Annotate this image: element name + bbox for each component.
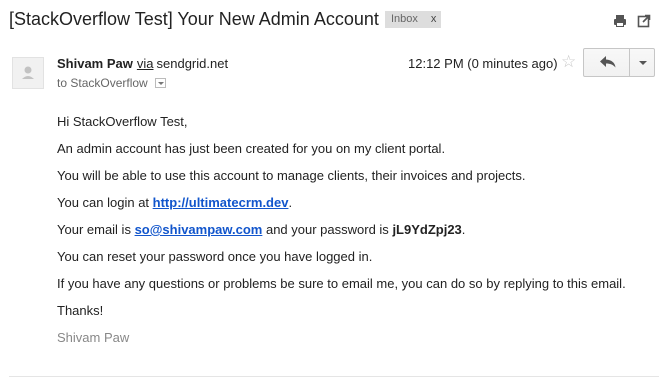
login-link[interactable]: http://ultimatecrm.dev <box>153 195 289 210</box>
via-link[interactable]: via <box>137 56 154 71</box>
login-suffix: . <box>288 195 293 210</box>
divider <box>9 376 659 377</box>
email-body: Hi StackOverflow Test, An admin account … <box>57 114 626 357</box>
sender-line: Shivam Paw via sendgrid.net <box>57 56 228 71</box>
reply-button-group <box>583 48 655 77</box>
thanks-line: Thanks! <box>57 303 104 318</box>
recipient-line: to StackOverflow <box>57 76 167 90</box>
greeting: Hi StackOverflow Test, <box>57 114 188 129</box>
email-prefix: Your email is <box>57 222 135 237</box>
to-prefix: to <box>57 76 68 90</box>
reply-button[interactable] <box>584 49 630 76</box>
sender-name[interactable]: Shivam Paw <box>57 56 133 71</box>
signature: Shivam Paw <box>57 330 130 345</box>
body-line-usage: You will be able to use this account to … <box>57 168 526 183</box>
remove-label-button[interactable]: x <box>431 13 437 25</box>
body-line-credentials: Your email is so@shivampaw.com and your … <box>57 222 626 238</box>
star-icon[interactable]: ☆ <box>561 52 576 72</box>
new-window-icon[interactable] <box>636 13 652 29</box>
password-prefix: and your password is <box>262 222 393 237</box>
email-timestamp: 12:12 PM (0 minutes ago) <box>408 56 558 71</box>
email-subject: [StackOverflow Test] Your New Admin Acco… <box>9 9 379 29</box>
via-domain: sendgrid.net <box>156 56 229 71</box>
show-details-dropdown[interactable] <box>155 78 167 88</box>
more-options-button[interactable] <box>630 49 654 76</box>
email-link[interactable]: so@shivampaw.com <box>135 222 263 237</box>
inbox-label-chip[interactable]: Inbox x <box>385 11 442 28</box>
login-prefix: You can login at <box>57 195 153 210</box>
reply-icon <box>600 56 616 68</box>
print-icon[interactable] <box>612 13 628 29</box>
label-text: Inbox <box>391 13 418 25</box>
body-line-login: You can login at http://ultimatecrm.dev. <box>57 195 626 211</box>
body-line-account-created: An admin account has just been created f… <box>57 141 446 156</box>
body-line-reset: You can reset your password once you hav… <box>57 249 373 264</box>
password-value: jL9YdZpj23 <box>392 222 462 237</box>
avatar-icon <box>22 66 34 79</box>
recipient-name: StackOverflow <box>70 76 148 90</box>
body-line-questions: If you have any questions or problems be… <box>57 276 626 291</box>
sender-avatar[interactable] <box>12 57 44 89</box>
credentials-suffix: . <box>461 222 466 237</box>
email-header-row: [StackOverflow Test] Your New Admin Acco… <box>9 6 655 34</box>
